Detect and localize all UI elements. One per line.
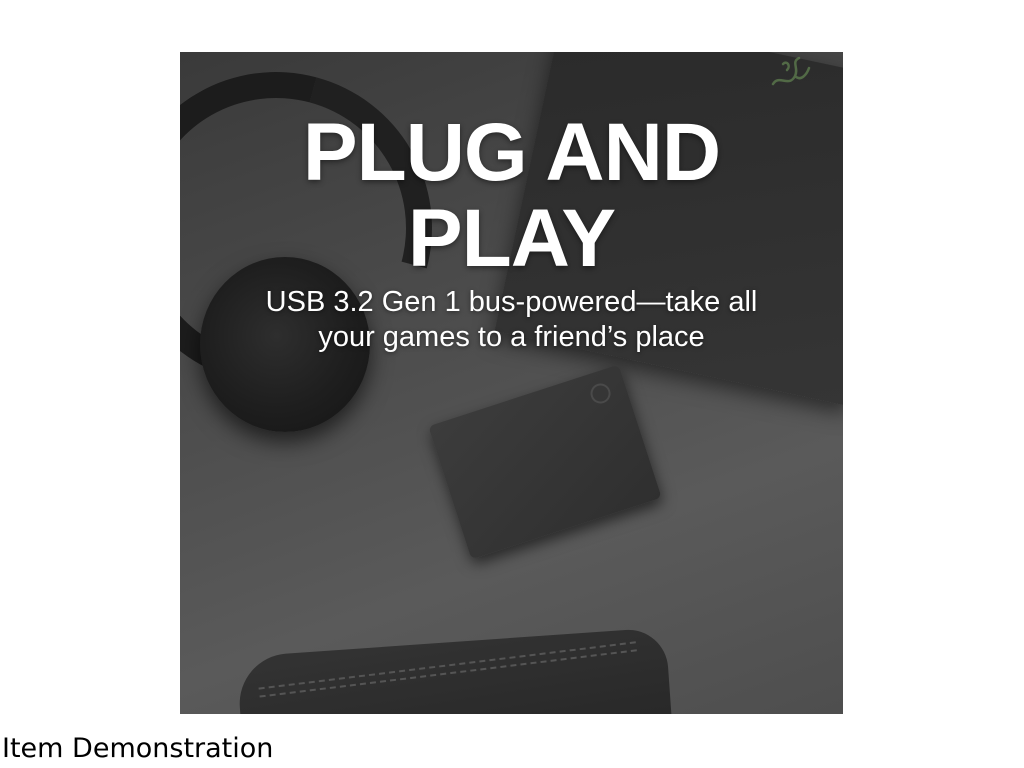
bag-zipper: [258, 641, 637, 698]
headline-line-1: PLUG AND: [302, 107, 721, 198]
razer-logo-icon: [769, 54, 813, 92]
subtext-line-1: USB 3.2 Gen 1 bus-powered—take all: [265, 286, 758, 318]
headline: PLUG AND PLAY: [180, 110, 843, 282]
portable-drive-image: [428, 364, 662, 560]
bag-image: [236, 627, 674, 714]
drive-logo-icon: [587, 380, 614, 407]
subtext: USB 3.2 Gen 1 bus-powered—take all your g…: [180, 285, 843, 355]
page: PLUG AND PLAY USB 3.2 Gen 1 bus-powered—t…: [0, 0, 1024, 768]
product-image: PLUG AND PLAY USB 3.2 Gen 1 bus-powered—t…: [180, 52, 843, 714]
headline-line-2: PLAY: [407, 193, 616, 284]
item-demonstration-caption: Item Demonstration: [2, 733, 274, 764]
subtext-line-2: your games to a friend’s place: [318, 321, 705, 353]
